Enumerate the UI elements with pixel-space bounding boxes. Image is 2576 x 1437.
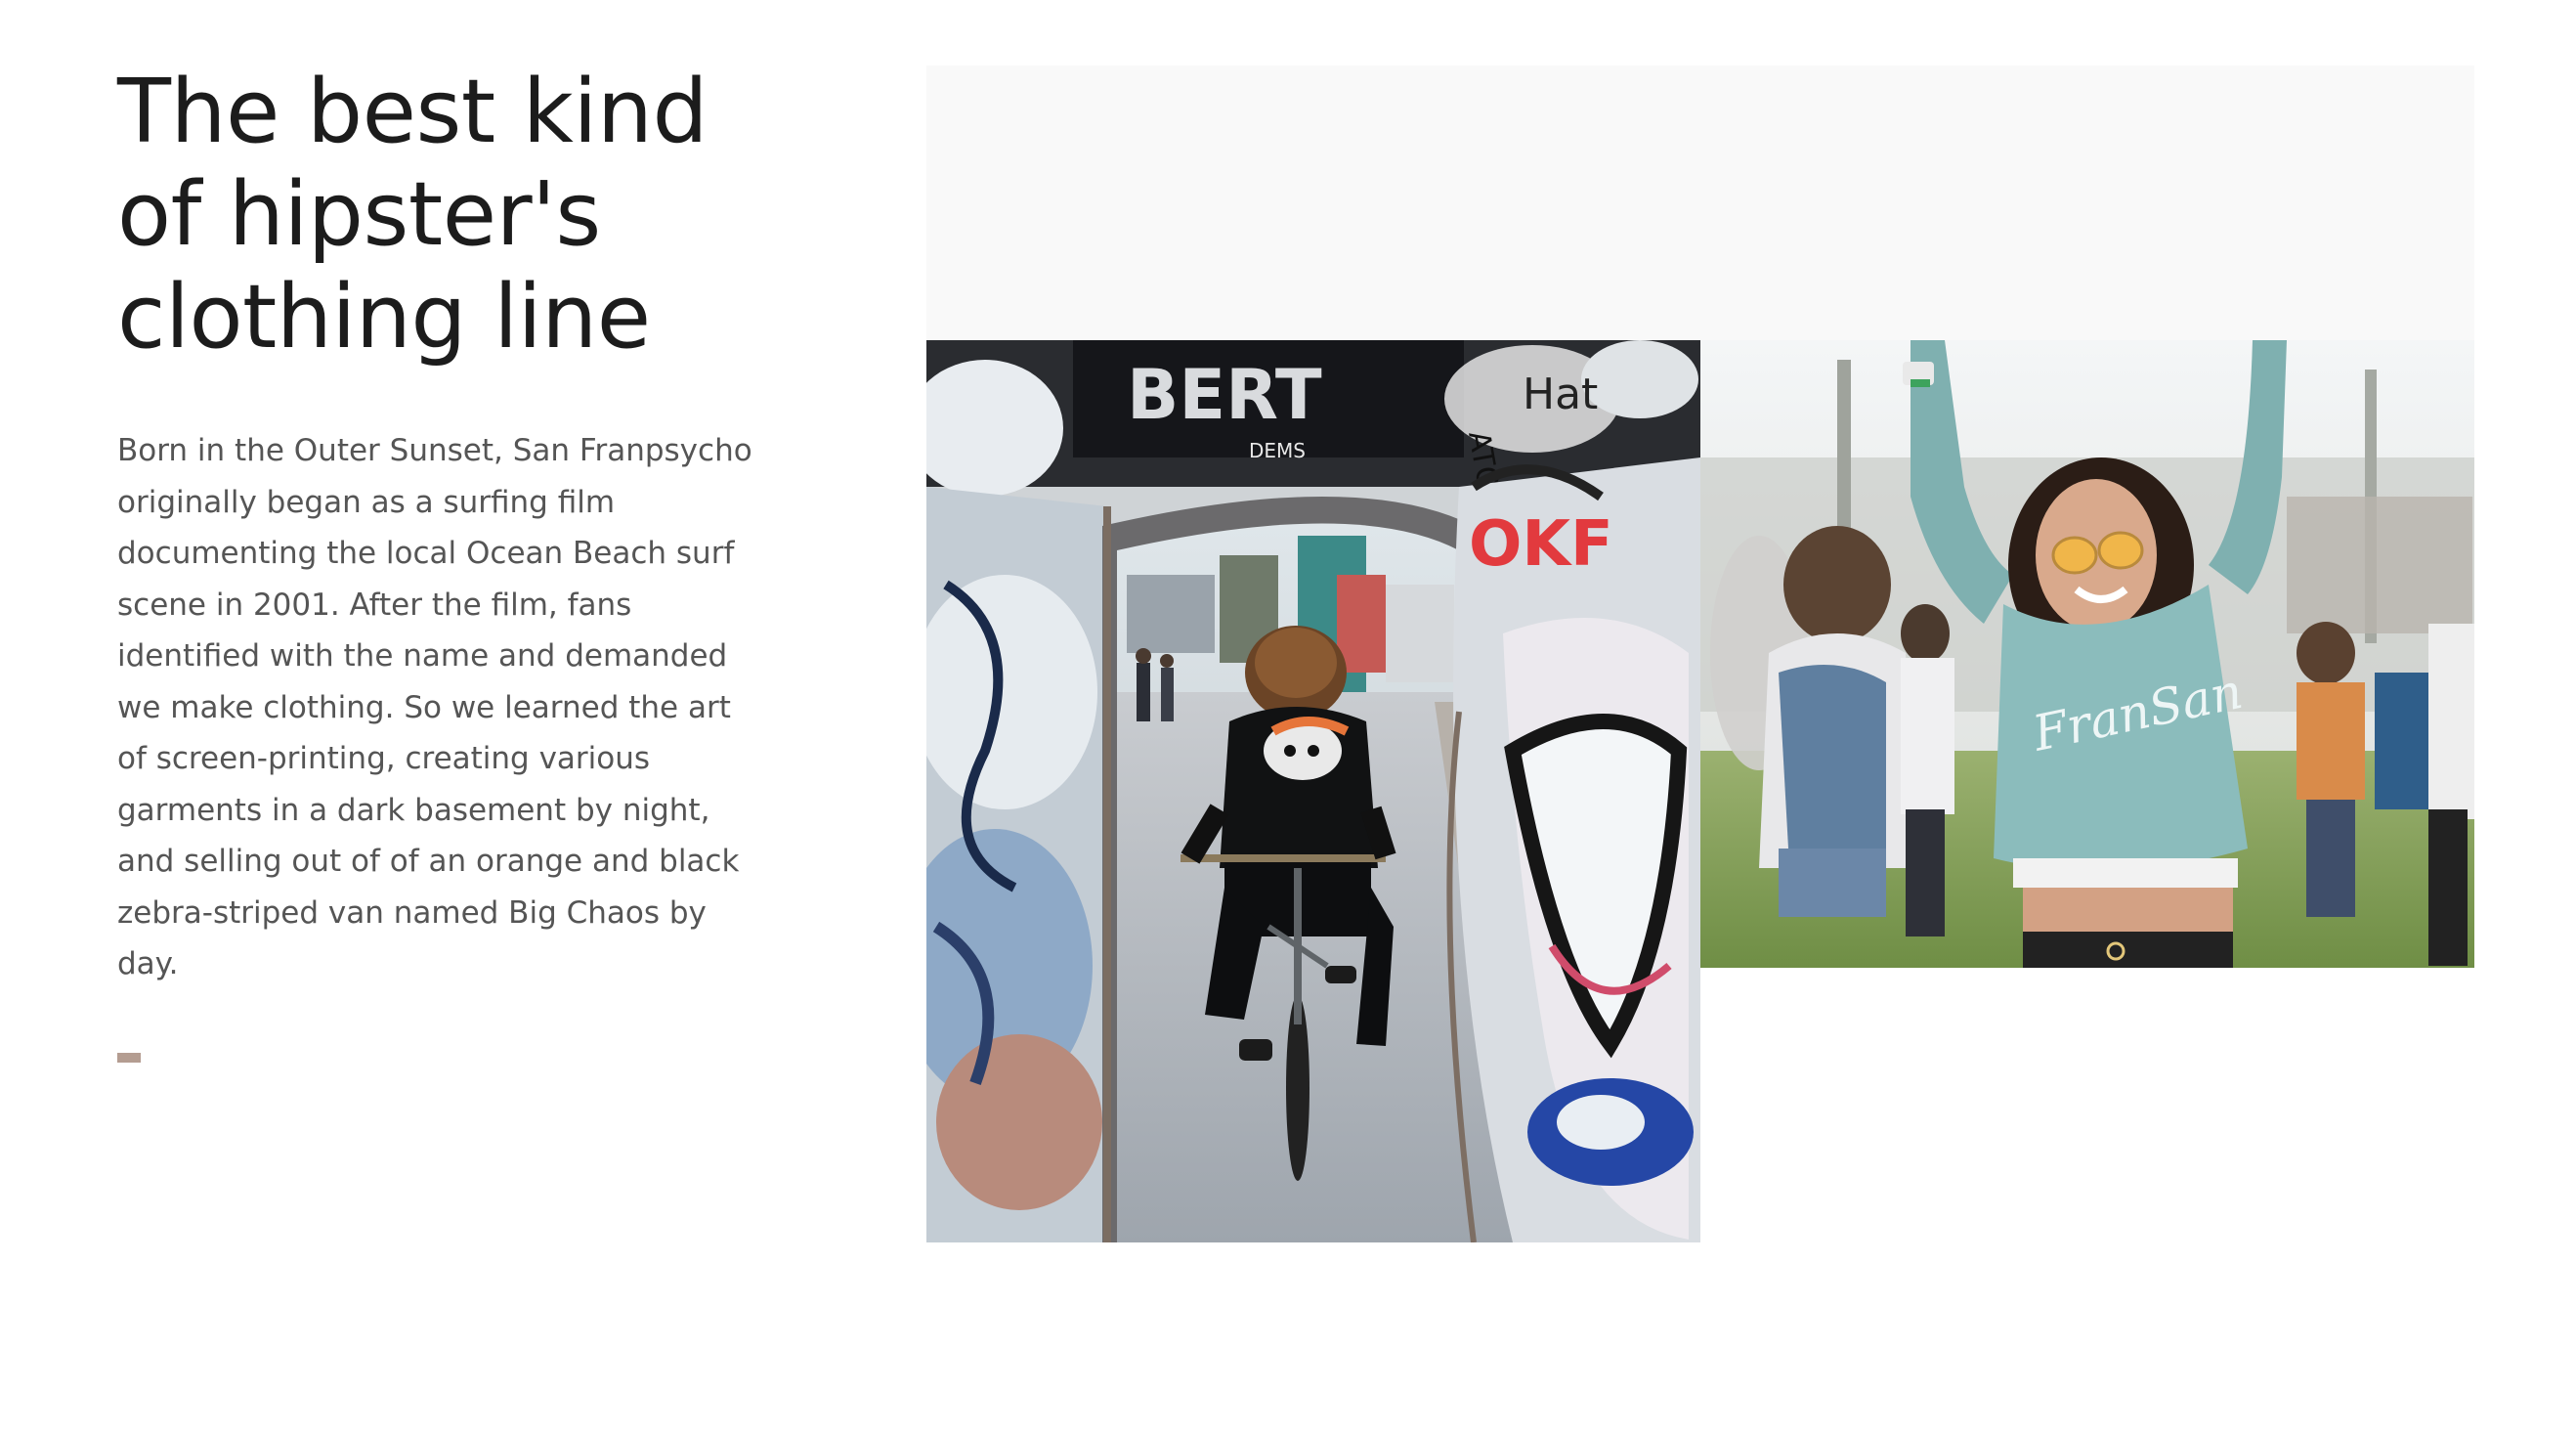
graffiti-tag: DEMS xyxy=(1249,439,1306,462)
gallery-background-panel xyxy=(926,65,2474,341)
graffiti-tag: Hat xyxy=(1523,370,1598,419)
text-column: The best kind of hipster's clothing line… xyxy=(117,61,801,1063)
festival-woman-photo: FranSan xyxy=(1700,340,2474,968)
accent-divider xyxy=(117,1052,141,1063)
graffiti-tag: OKF xyxy=(1469,508,1613,581)
skatepark-cyclist-photo: BERT DEMS ATOR Hat OKF xyxy=(926,340,1700,1242)
section-body-text: Born in the Outer Sunset, San Franpsycho… xyxy=(117,433,752,981)
section-headline: The best kind of hipster's clothing line xyxy=(117,61,708,369)
svg-text:BERT: BERT xyxy=(1127,355,1322,435)
